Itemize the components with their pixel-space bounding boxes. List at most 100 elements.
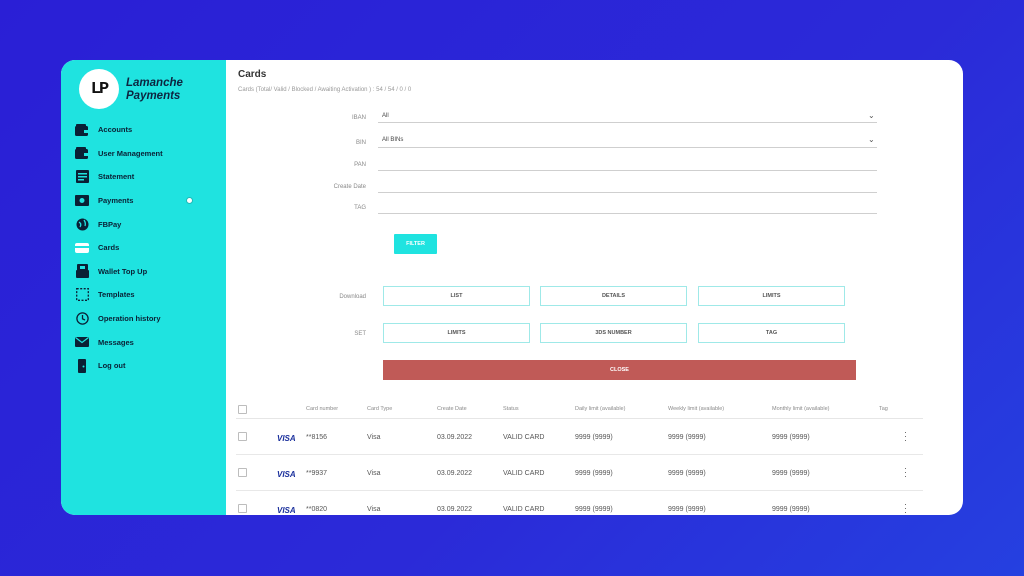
- pan-label: PAN: [354, 162, 366, 168]
- logo: LP: [79, 69, 119, 109]
- column-header[interactable]: Tag: [879, 406, 888, 412]
- expand-dot-icon[interactable]: [186, 196, 193, 204]
- iban-label: IBAN: [351, 115, 366, 121]
- daily-limit: 9999 (9999): [575, 506, 613, 513]
- wallet-topup-icon: [75, 264, 89, 279]
- set-tag-button[interactable]: TAG: [698, 323, 845, 343]
- download-list-button[interactable]: LIST: [383, 286, 530, 306]
- app-window: LP Lamanche Payments Accounts User Manag…: [61, 60, 963, 515]
- sidebar-item-label: Payments: [98, 196, 134, 206]
- sidebar-item-label: Operation history: [98, 314, 161, 324]
- monthly-limit: 9999 (9999): [772, 470, 810, 477]
- column-header[interactable]: Create Date: [437, 406, 467, 412]
- sidebar-item-payments[interactable]: Payments: [75, 189, 225, 213]
- sidebar-item-user-management[interactable]: User Management: [75, 142, 225, 166]
- wallet-icon: [75, 123, 89, 136]
- sidebar-item-log-out[interactable]: Log out: [75, 354, 225, 378]
- set-limits-button[interactable]: LIMITS: [383, 323, 530, 343]
- card-type: Visa: [367, 506, 381, 513]
- bin-label: BIN: [355, 140, 366, 146]
- monthly-limit: 9999 (9999): [772, 434, 810, 441]
- card-type: Visa: [367, 434, 381, 441]
- card-status: VALID CARD: [503, 506, 545, 513]
- tag-label: TAG: [354, 205, 366, 211]
- sidebar-item-label: Cards: [98, 243, 120, 253]
- wallet-icon: [75, 147, 89, 160]
- create-date: 03.09.2022: [437, 506, 473, 513]
- bin-value: All BINs: [382, 137, 404, 143]
- card-type: Visa: [367, 470, 381, 477]
- sidebar-item-label: Log out: [98, 361, 126, 371]
- table-row[interactable]: VISA **9937 Visa 03.09.2022 VALID CARD 9…: [236, 455, 923, 491]
- monthly-limit: 9999 (9999): [772, 506, 810, 513]
- weekly-limit: 9999 (9999): [668, 434, 706, 441]
- table-header: Card number Card Type Create Date Status…: [236, 403, 923, 419]
- chevron-down-icon[interactable]: ⌄: [868, 111, 875, 120]
- statement-icon: [75, 170, 89, 184]
- download-label: Download: [339, 294, 366, 300]
- more-options-icon[interactable]: · · ·: [904, 464, 907, 481]
- sidebar: LP Lamanche Payments Accounts User Manag…: [61, 60, 226, 515]
- sidebar-item-label: FBPay: [98, 219, 122, 229]
- tag-input[interactable]: [378, 200, 877, 214]
- weekly-limit: 9999 (9999): [668, 470, 706, 477]
- create-date-input[interactable]: [378, 179, 877, 193]
- sidebar-item-label: Accounts: [98, 125, 133, 135]
- column-header[interactable]: Weekly limit (available): [668, 406, 724, 412]
- visa-logo-icon: VISA: [277, 434, 296, 443]
- iban-select[interactable]: [378, 109, 877, 123]
- sidebar-item-messages[interactable]: Messages: [75, 330, 225, 354]
- sidebar-item-operation-history[interactable]: Operation history: [75, 307, 225, 331]
- row-checkbox[interactable]: [238, 468, 247, 477]
- card-status: VALID CARD: [503, 470, 545, 477]
- download-limits-button[interactable]: LIMITS: [698, 286, 845, 306]
- sidebar-item-fbpay[interactable]: FBPay: [75, 212, 225, 236]
- create-date: 03.09.2022: [437, 470, 473, 477]
- column-header[interactable]: Card Type: [367, 406, 392, 412]
- history-icon: [75, 312, 89, 325]
- column-header[interactable]: Status: [503, 406, 519, 412]
- card-number: **0820: [306, 506, 328, 513]
- download-details-button[interactable]: DETAILS: [540, 286, 687, 306]
- sidebar-item-statement[interactable]: Statement: [75, 165, 225, 189]
- payments-icon: [75, 194, 89, 207]
- filter-button[interactable]: FILTER: [394, 234, 437, 254]
- pan-input[interactable]: [378, 157, 877, 171]
- sidebar-item-label: Statement: [98, 172, 135, 182]
- globe-icon: [75, 218, 89, 231]
- sidebar-item-label: User Management: [98, 148, 163, 158]
- card-number: **9937: [306, 470, 328, 477]
- row-checkbox[interactable]: [238, 504, 247, 513]
- sidebar-item-accounts[interactable]: Accounts: [75, 118, 225, 142]
- sidebar-item-cards[interactable]: Cards: [75, 236, 225, 260]
- column-header[interactable]: Monthly limit (available): [772, 406, 829, 412]
- sidebar-item-wallet-top-up[interactable]: Wallet Top Up: [75, 260, 225, 284]
- weekly-limit: 9999 (9999): [668, 506, 706, 513]
- cards-icon: [75, 241, 89, 254]
- logout-icon: [75, 358, 89, 373]
- sidebar-item-templates[interactable]: Templates: [75, 283, 225, 307]
- sidebar-item-label: Messages: [98, 337, 134, 347]
- select-all-checkbox[interactable]: [238, 405, 247, 414]
- brand-name: Lamanche Payments: [126, 77, 183, 102]
- create-date: 03.09.2022: [437, 434, 473, 441]
- table-row[interactable]: VISA **8156 Visa 03.09.2022 VALID CARD 9…: [236, 419, 923, 455]
- close-button[interactable]: CLOSE: [383, 360, 856, 380]
- visa-logo-icon: VISA: [277, 506, 296, 515]
- column-header[interactable]: Card number: [306, 406, 338, 412]
- daily-limit: 9999 (9999): [575, 470, 613, 477]
- chevron-down-icon[interactable]: ⌄: [868, 135, 875, 144]
- table-row[interactable]: VISA **0820 Visa 03.09.2022 VALID CARD 9…: [236, 491, 923, 515]
- page-title: Cards: [238, 69, 267, 80]
- set-label: SET: [354, 331, 366, 337]
- more-options-icon[interactable]: · · ·: [904, 428, 907, 445]
- card-number: **8156: [306, 434, 328, 441]
- set-3ds-number-button[interactable]: 3DS NUMBER: [540, 323, 687, 343]
- cards-summary: Cards (Total/ Valid / Blocked / Awaiting…: [238, 87, 412, 93]
- visa-logo-icon: VISA: [277, 470, 296, 479]
- main-content: Cards Cards (Total/ Valid / Blocked / Aw…: [226, 60, 963, 515]
- more-options-icon[interactable]: · · ·: [904, 500, 907, 516]
- column-header[interactable]: Daily limit (available): [575, 406, 625, 412]
- bin-select[interactable]: [378, 134, 877, 148]
- row-checkbox[interactable]: [238, 432, 247, 441]
